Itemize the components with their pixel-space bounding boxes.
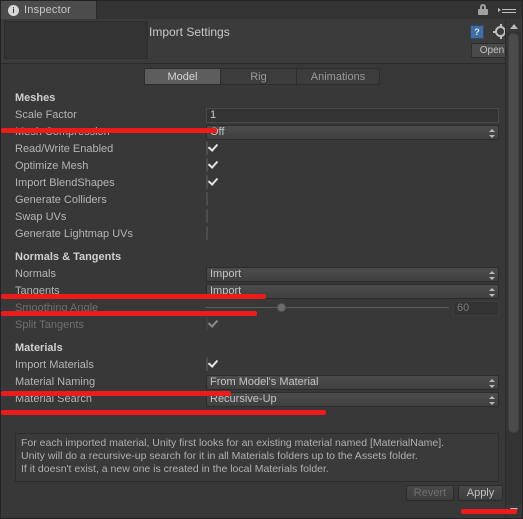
- import-settings-header: Import Settings ? Open: [1, 19, 522, 64]
- field-read-write-enabled: Read/Write Enabled: [1, 141, 506, 158]
- gear-tooth: [499, 35, 502, 39]
- mesh-compression-dropdown[interactable]: Off: [206, 125, 499, 140]
- optimize-mesh-checkbox[interactable]: [206, 158, 208, 172]
- chevron-updown-icon: [488, 287, 495, 298]
- annotation-apply-button: [461, 509, 517, 514]
- material-search-dropdown[interactable]: Recursive-Up: [206, 392, 499, 407]
- chevron-updown-icon: [488, 128, 495, 139]
- apply-button[interactable]: Apply: [458, 485, 503, 501]
- slider-track: [206, 307, 449, 308]
- field-normals: Normals Import: [1, 266, 506, 283]
- field-import-blendshapes: Import BlendShapes: [1, 175, 506, 192]
- normals-dropdown[interactable]: Import: [206, 267, 499, 282]
- scrollbar-thumb[interactable]: [508, 33, 519, 433]
- page-title: Import Settings: [149, 25, 230, 39]
- unity-inspector-window: i Inspector Import Settings ? Open Model…: [0, 0, 523, 519]
- tab-animations[interactable]: Animations: [296, 68, 380, 85]
- annotation-tangents: [1, 311, 257, 316]
- lock-icon[interactable]: [478, 4, 488, 15]
- label-generate-lightmap-uvs: Generate Lightmap UVs: [15, 228, 134, 240]
- annotation-import-materials: [1, 391, 231, 396]
- tab-rig[interactable]: Rig: [220, 68, 296, 85]
- label-scale-factor: Scale Factor: [15, 109, 77, 121]
- menu-line: [502, 9, 516, 10]
- section-header-normals-tangents: Normals & Tangents: [15, 251, 122, 263]
- split-tangents-checkbox[interactable]: [206, 317, 208, 331]
- slider-handle[interactable]: [277, 303, 287, 312]
- label-read-write-enabled: Read/Write Enabled: [15, 143, 114, 155]
- label-import-materials: Import Materials: [15, 359, 94, 371]
- read-write-enabled-checkbox[interactable]: [206, 141, 208, 155]
- gear-tooth: [499, 24, 502, 28]
- import-settings-form: Meshes Scale Factor 1 Mesh Compression O…: [1, 89, 506, 477]
- help-line-3: If it doesn't exist, a new one is create…: [21, 463, 329, 475]
- tab-inspector[interactable]: i Inspector: [1, 1, 97, 19]
- label-split-tangents: Split Tangents: [15, 319, 84, 331]
- vertical-scrollbar[interactable]: [505, 20, 521, 517]
- field-swap-uvs: Swap UVs: [1, 209, 506, 226]
- field-generate-lightmap-uvs: Generate Lightmap UVs: [1, 226, 506, 243]
- label-optimize-mesh: Optimize Mesh: [15, 160, 89, 172]
- annotation-normals: [1, 294, 266, 299]
- scroll-up-arrow-icon[interactable]: [506, 20, 521, 32]
- tab-strip-empty-area: [97, 1, 522, 19]
- section-header-meshes: Meshes: [15, 92, 56, 104]
- help-book-icon[interactable]: ?: [470, 25, 484, 39]
- help-glyph: ?: [474, 27, 480, 37]
- label-swap-uvs: Swap UVs: [15, 211, 67, 223]
- swap-uvs-checkbox[interactable]: [206, 209, 208, 223]
- annotation-scale-factor: [1, 128, 217, 133]
- help-line-1: For each imported material, Unity first …: [21, 437, 445, 449]
- lock-body: [478, 9, 488, 15]
- revert-button[interactable]: Revert: [406, 485, 454, 501]
- hamburger-menu-icon[interactable]: [498, 5, 516, 15]
- tab-inspector-label: Inspector: [24, 4, 72, 16]
- field-scale-factor: Scale Factor 1: [1, 107, 506, 124]
- smoothing-angle-slider[interactable]: [206, 303, 449, 312]
- window-tab-strip: i Inspector: [1, 1, 522, 20]
- settings-tab-row: Model Rig Animations: [144, 68, 380, 85]
- chevron-updown-icon: [488, 270, 495, 281]
- material-help-box: For each imported material, Unity first …: [15, 433, 499, 482]
- chevron-updown-icon: [488, 395, 495, 406]
- annotation-material-naming: [1, 410, 326, 415]
- footer-button-bar: Revert Apply: [1, 485, 506, 505]
- info-icon: i: [8, 4, 19, 16]
- help-line-2: Unity will do a recursive-up search for …: [21, 450, 418, 462]
- field-optimize-mesh: Optimize Mesh: [1, 158, 506, 175]
- import-materials-checkbox[interactable]: [206, 357, 208, 371]
- label-material-naming: Material Naming: [15, 376, 96, 388]
- generate-colliders-checkbox[interactable]: [206, 192, 208, 206]
- material-naming-value: From Model's Material: [210, 376, 319, 388]
- field-generate-colliders: Generate Colliders: [1, 192, 506, 209]
- label-generate-colliders: Generate Colliders: [15, 194, 107, 206]
- menu-caret: [498, 8, 501, 12]
- chevron-updown-icon: [488, 378, 495, 389]
- generate-lightmap-uvs-checkbox[interactable]: [206, 226, 208, 240]
- smoothing-angle-value[interactable]: 60: [453, 301, 499, 316]
- field-import-materials: Import Materials: [1, 357, 506, 374]
- gear-tooth: [493, 30, 497, 33]
- asset-preview-thumbnail: [4, 21, 148, 59]
- material-naming-dropdown[interactable]: From Model's Material: [206, 375, 499, 390]
- label-import-blendshapes: Import BlendShapes: [15, 177, 115, 189]
- normals-value: Import: [210, 268, 242, 280]
- section-header-materials: Materials: [15, 342, 63, 354]
- field-material-naming: Material Naming From Model's Material: [1, 374, 506, 391]
- menu-line: [502, 12, 516, 13]
- tab-model[interactable]: Model: [144, 68, 220, 85]
- field-split-tangents: Split Tangents: [1, 317, 506, 334]
- label-normals: Normals: [15, 268, 56, 280]
- import-blendshapes-checkbox[interactable]: [206, 175, 208, 189]
- scale-factor-input[interactable]: 1: [206, 108, 499, 123]
